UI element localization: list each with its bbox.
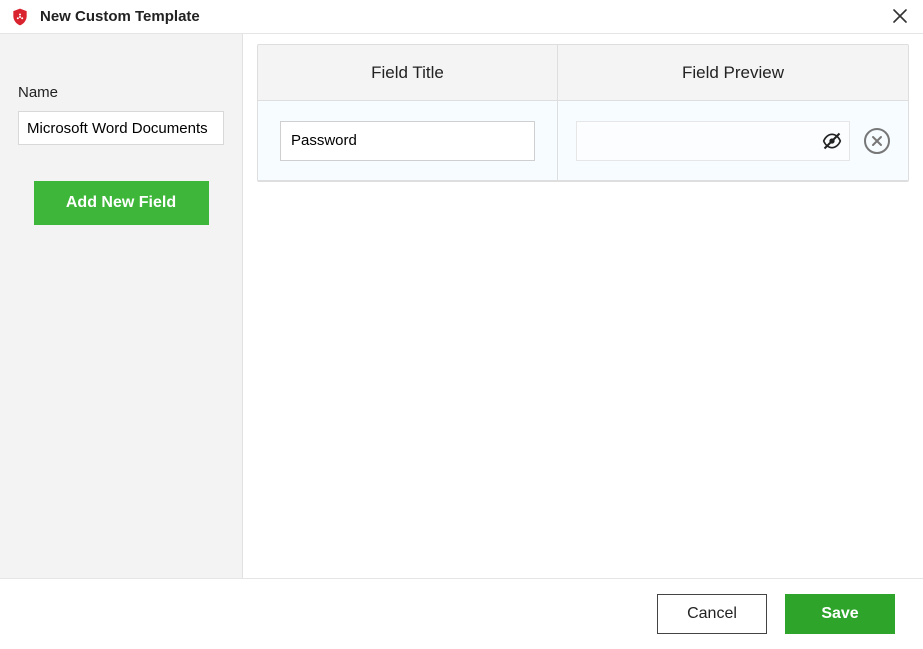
titlebar: New Custom Template [0, 0, 923, 34]
remove-field-button[interactable] [864, 128, 890, 154]
add-new-field-button[interactable]: Add New Field [34, 181, 209, 225]
name-input[interactable] [18, 111, 224, 145]
header-field-title: Field Title [258, 45, 558, 100]
cancel-button[interactable]: Cancel [657, 594, 767, 634]
close-icon[interactable] [887, 4, 913, 30]
header-field-preview: Field Preview [558, 63, 908, 83]
main-content: Name Add New Field Field Title Field Pre… [0, 34, 923, 579]
field-editor: Field Title Field Preview [243, 34, 923, 578]
field-table: Field Title Field Preview [257, 44, 909, 182]
save-button[interactable]: Save [785, 594, 895, 634]
table-header: Field Title Field Preview [258, 45, 908, 101]
field-preview-input[interactable] [576, 121, 850, 161]
window-title: New Custom Template [40, 8, 200, 25]
field-title-input[interactable] [280, 121, 535, 161]
eye-hidden-icon[interactable] [822, 131, 842, 151]
table-row [258, 101, 908, 181]
name-label: Name [18, 84, 224, 101]
cell-field-title [258, 101, 558, 180]
app-shield-icon [10, 7, 30, 27]
footer: Cancel Save [0, 579, 923, 649]
preview-input-wrap [576, 121, 850, 161]
cell-field-preview [558, 121, 908, 161]
sidebar: Name Add New Field [0, 34, 243, 578]
